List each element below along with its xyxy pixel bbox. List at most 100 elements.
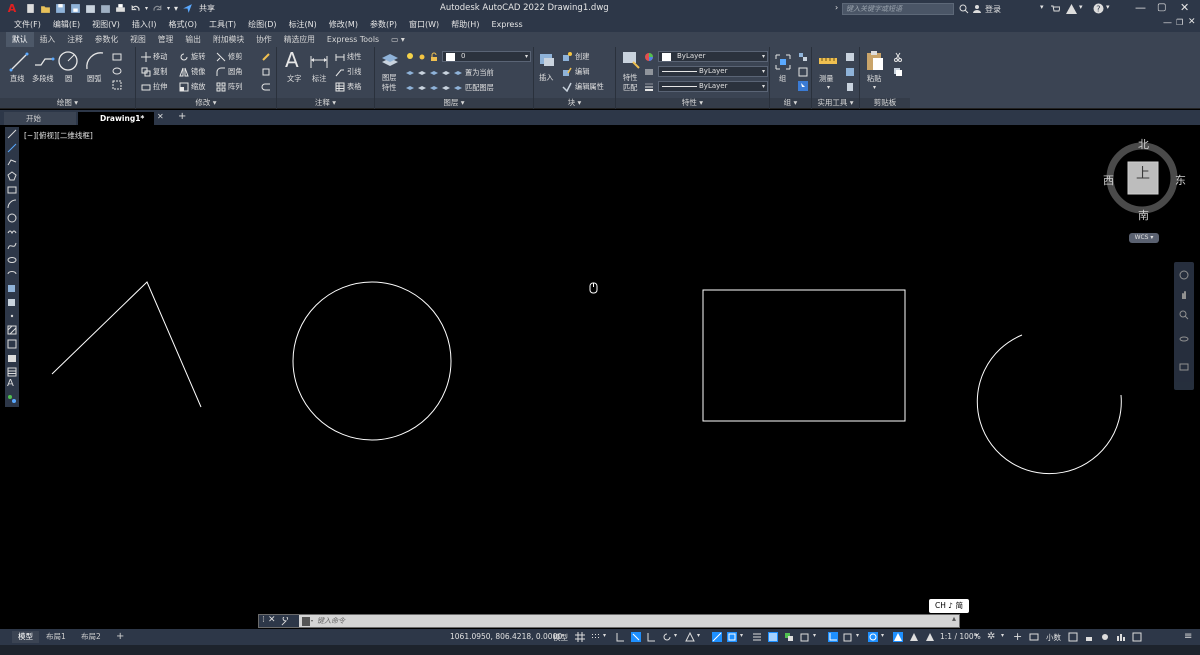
3d-osnap-icon[interactable] [800,632,810,642]
panel-modify-title[interactable]: 修改 ▾ [136,98,276,108]
object-snap-tracking-icon[interactable] [712,632,722,642]
polar-dropdown-icon[interactable]: ▾ [674,632,684,642]
edit-block-label[interactable]: 编辑 [575,67,589,77]
color-wheel-icon[interactable] [644,52,654,62]
lock-ui-icon[interactable] [1084,632,1094,642]
erase-icon[interactable] [261,52,271,62]
layout-tab-layout1[interactable]: 布局1 [40,631,72,643]
command-input[interactable]: 键入命令 [317,616,345,626]
tab-home[interactable]: 默认 [6,32,34,47]
graphics-performance-icon[interactable] [1116,632,1126,642]
drawing-canvas[interactable] [21,125,1200,629]
nav-pan-icon[interactable] [1179,290,1189,300]
explode-icon[interactable] [261,67,271,77]
ime-indicator[interactable]: CH ♪ 简 [929,599,969,613]
lt-point-icon[interactable] [7,311,17,321]
lineweight-icon[interactable] [644,82,654,92]
auto-scale-icon[interactable] [909,632,919,642]
layer-unisolate-icon[interactable] [405,82,415,92]
linear-dim-icon[interactable] [335,52,345,62]
linear-dim-label[interactable]: 线性 [347,52,361,62]
customize-quick-access-icon[interactable]: ▾ [174,4,178,13]
mirror-label[interactable]: 镜像 [191,67,205,77]
layer-on-bulb-icon[interactable] [405,52,415,62]
edit-block-icon[interactable] [562,67,572,77]
share-icon[interactable] [182,3,193,14]
array-icon[interactable] [216,82,226,92]
group-edit-icon[interactable] [798,67,808,77]
lt-xline-icon[interactable] [7,143,17,153]
match-layer-label[interactable]: 匹配图层 [465,83,494,93]
lt-ellipse-arc-icon[interactable] [7,269,17,279]
grip-icon[interactable]: ⁞ [262,615,265,625]
menu-modify[interactable]: 修改(M) [323,19,364,30]
gizmo-dropdown-icon[interactable]: ▾ [881,632,891,642]
3d-osnap-dropdown-icon[interactable]: ▾ [813,632,823,642]
undo-dropdown-icon[interactable]: ▾ [145,5,148,12]
lt-insert-block-icon[interactable] [7,283,17,293]
new-layout-icon[interactable]: + [110,631,130,643]
paste-dropdown-icon[interactable]: ▾ [873,84,876,91]
line-tool-label[interactable]: 直线 [10,74,24,84]
linetype-icon[interactable] [644,67,654,77]
snap-mode-icon[interactable] [590,632,600,642]
lt-arc-icon[interactable] [7,199,17,209]
file-tab-drawing1[interactable]: Drawing1* [78,112,154,125]
compass-west[interactable]: 西 [1103,172,1114,188]
login-link[interactable]: 登录 [985,4,1001,15]
autodesk-app-icon[interactable] [1066,4,1077,14]
scale-icon[interactable] [179,82,189,92]
open-web-icon[interactable] [85,3,96,14]
ribbon-minimize-toggle-icon[interactable]: ▭ ▾ [385,32,411,47]
circle-shape[interactable] [292,281,452,441]
circle-tool-icon[interactable] [57,50,79,72]
move-icon[interactable] [141,52,151,62]
rotate-label[interactable]: 旋转 [191,52,205,62]
layer-properties-icon[interactable] [380,50,400,70]
menu-edit[interactable]: 编辑(E) [47,19,86,30]
annotation-visibility-icon[interactable] [893,632,903,642]
compass-south[interactable]: 南 [1138,207,1149,223]
layer-thaw-icon[interactable] [417,82,427,92]
close-command-line-icon[interactable]: ✕ [268,615,276,625]
customize-status-bar-icon[interactable]: ≡ [1184,632,1194,642]
copy-clip-icon[interactable] [893,67,903,77]
measure-icon[interactable] [818,55,838,67]
layer-dropdown[interactable]: 0 ▾ [442,51,531,62]
gizmo-icon[interactable] [868,632,878,642]
quick-properties-icon[interactable] [1068,632,1078,642]
osnap-dropdown-icon[interactable]: ▾ [740,632,750,642]
create-block-label[interactable]: 创建 [575,52,589,62]
customize-wrench-icon[interactable] [281,617,290,626]
circle-tool-label[interactable]: 圆 [65,74,72,84]
layout-tab-layout2[interactable]: 布局2 [75,631,107,643]
new-file-icon[interactable] [25,3,36,14]
line-tool-icon[interactable] [8,51,30,73]
layer-isolate-icon[interactable] [417,67,427,77]
app-dropdown-icon[interactable]: ▾ [1079,3,1083,11]
panel-utilities-title[interactable]: 实用工具 ▾ [812,98,859,108]
login-dropdown-icon[interactable]: ▾ [1040,3,1044,11]
cut-icon[interactable] [893,52,903,62]
group-label[interactable]: 组 [779,74,786,84]
panel-layers-title[interactable]: 图层 ▾ [375,98,533,108]
grid-icon[interactable] [575,632,585,642]
redo-icon[interactable] [152,3,163,14]
compass-north[interactable]: 北 [1138,136,1149,152]
layer-unlock-icon[interactable] [429,82,439,92]
layer-thaw-sun-icon[interactable] [417,52,427,62]
nav-steering-wheel-icon[interactable] [1179,270,1189,280]
user-icon[interactable] [972,4,982,14]
help-dropdown-icon[interactable]: ▾ [1106,3,1110,11]
save-as-icon[interactable] [70,3,81,14]
close-window-icon[interactable]: ✕ [1180,1,1189,14]
save-web-icon[interactable] [100,3,111,14]
menu-insert[interactable]: 插入(I) [126,19,163,30]
rectangle-tool-icon[interactable] [112,52,122,62]
panel-groups-title[interactable]: 组 ▾ [770,98,811,108]
dimension-tool-icon[interactable] [309,52,329,72]
arc-tool-icon[interactable] [84,50,106,72]
dynamic-input-icon[interactable] [631,632,641,642]
match-layer-icon[interactable] [453,82,463,92]
snap-dropdown-icon[interactable]: ▾ [603,632,613,642]
